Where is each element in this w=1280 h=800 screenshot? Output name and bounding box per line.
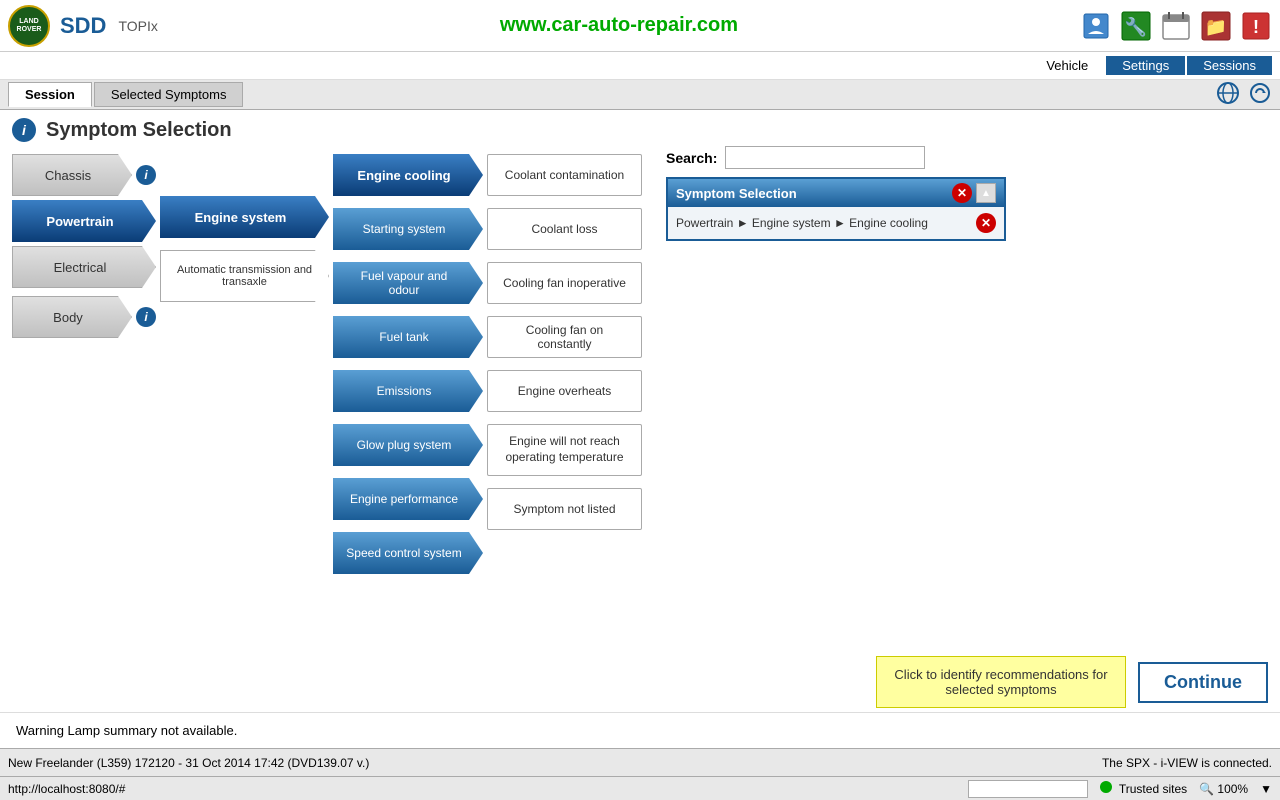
icon-alert[interactable]: ! [1240, 10, 1272, 42]
engine-performance-btn[interactable]: Engine performance [333, 478, 483, 520]
menu-bar: Vehicle Settings Sessions [0, 52, 1280, 80]
status-connection: The SPX - i-VIEW is connected. [1102, 756, 1272, 770]
header-icons: 🔧 📁 ! [1080, 10, 1272, 42]
left-panel: Chassis i Powertrain Electrical Body i E… [12, 146, 642, 652]
website-text: www.car-auto-repair.com [500, 14, 738, 37]
logo-area: LANDROVER SDD TOPIx [8, 5, 158, 47]
bottom-area: Click to identify recommendations for se… [0, 652, 1280, 712]
search-label: Search: [666, 150, 717, 166]
symptom-sel-content: Powertrain ► Engine system ► Engine cool… [668, 207, 1004, 239]
body-info-icon[interactable]: i [136, 307, 156, 327]
session-tab[interactable]: Session [8, 82, 92, 107]
symptom-sel-close[interactable]: ✕ [952, 183, 972, 203]
auto-transmission-btn[interactable]: Automatic transmission and transaxle [160, 250, 329, 302]
topix-label[interactable]: TOPIx [118, 18, 157, 34]
chassis-btn[interactable]: Chassis [12, 154, 132, 196]
sdd-label: SDD [60, 13, 106, 39]
symptom-cooling-fan-constant[interactable]: Cooling fan on constantly [487, 316, 642, 358]
warning-text: Warning Lamp summary not available. [16, 723, 237, 738]
icon-folder[interactable]: 📁 [1200, 10, 1232, 42]
land-rover-logo: LANDROVER [8, 5, 50, 47]
symptom-coolant-contamination[interactable]: Coolant contamination [487, 154, 642, 196]
symptom-not-listed[interactable]: Symptom not listed [487, 488, 642, 530]
starting-system-btn[interactable]: Starting system [333, 208, 483, 250]
trusted-sites: Trusted sites [1100, 781, 1187, 796]
svg-text:📁: 📁 [1205, 17, 1227, 37]
sessions-menu[interactable]: Sessions [1187, 56, 1272, 75]
powertrain-btn[interactable]: Powertrain [12, 200, 156, 242]
bottom-search[interactable] [968, 780, 1088, 798]
engine-subsystems: Engine system Automatic transmission and… [160, 196, 329, 302]
warning-bar: Warning Lamp summary not available. [0, 712, 1280, 748]
breadcrumb-remove[interactable]: ✕ [976, 213, 996, 233]
symptom-engine-overheats[interactable]: Engine overheats [487, 370, 642, 412]
right-panel: Search: Symptom Selection ✕ ▲ Powertrain… [650, 146, 1268, 652]
icon-wrench[interactable]: 🔧 [1120, 10, 1152, 42]
symptom-engine-no-temp[interactable]: Engine will not reachoperating temperatu… [487, 424, 642, 476]
icon-calendar[interactable] [1160, 10, 1192, 42]
emissions-btn[interactable]: Emissions [333, 370, 483, 412]
green-dot [1100, 781, 1112, 793]
symptom-sel-title: Symptom Selection [676, 186, 797, 201]
settings-menu[interactable]: Settings [1106, 56, 1185, 75]
nav-tabs: Session Selected Symptoms [0, 80, 1280, 110]
continue-button[interactable]: Continue [1138, 662, 1268, 703]
zoom-arrow[interactable]: ▼ [1260, 782, 1272, 796]
symptom-sel-up[interactable]: ▲ [976, 183, 996, 203]
vehicle-menu[interactable]: Vehicle [1030, 56, 1104, 75]
bottom-bar: http://localhost:8080/# Trusted sites 🔍 … [0, 776, 1280, 800]
svg-text:🔧: 🔧 [1125, 16, 1147, 37]
fuel-tank-btn[interactable]: Fuel tank [333, 316, 483, 358]
svg-text:!: ! [1253, 17, 1259, 37]
electrical-btn[interactable]: Electrical [12, 246, 156, 288]
search-input[interactable] [725, 146, 925, 169]
symptom-coolant-loss[interactable]: Coolant loss [487, 208, 642, 250]
engine-system-btn[interactable]: Engine system [160, 196, 329, 238]
status-bar: New Freelander (L359) 172120 - 31 Oct 20… [0, 748, 1280, 776]
glow-plug-btn[interactable]: Glow plug system [333, 424, 483, 466]
page-info-icon[interactable]: i [12, 118, 36, 142]
url-text: http://localhost:8080/# [8, 782, 125, 796]
zoom-level: 🔍 100% [1199, 782, 1248, 796]
speed-control-btn[interactable]: Speed control system [333, 532, 483, 574]
nav-icon-globe[interactable] [1216, 81, 1240, 108]
symptom-selection-box: Symptom Selection ✕ ▲ Powertrain ► Engin… [666, 177, 1006, 241]
engine-cooling-btn[interactable]: Engine cooling [333, 154, 483, 196]
nav-icon-refresh[interactable] [1248, 81, 1272, 108]
selected-symptoms-tab[interactable]: Selected Symptoms [94, 82, 244, 107]
search-area: Search: [666, 146, 1268, 169]
chassis-info-icon[interactable]: i [136, 165, 156, 185]
tooltip-box: Click to identify recommendations for se… [876, 656, 1126, 708]
fuel-vapour-btn[interactable]: Fuel vapour and odour [333, 262, 483, 304]
symptom-sel-header: Symptom Selection ✕ ▲ [668, 179, 1004, 207]
icon-users[interactable] [1080, 10, 1112, 42]
engine-cooling-subsystems: Engine cooling Starting system Fuel vapo… [333, 154, 483, 574]
symptoms-list: Coolant contamination Coolant loss Cooli… [487, 154, 642, 530]
content-area: Chassis i Powertrain Electrical Body i E… [0, 146, 1280, 652]
breadcrumb: Powertrain ► Engine system ► Engine cool… [676, 216, 928, 230]
page-title: Symptom Selection [46, 119, 232, 142]
page-header: i Symptom Selection [0, 110, 1280, 146]
status-vehicle: New Freelander (L359) 172120 - 31 Oct 20… [8, 756, 369, 770]
main-categories: Chassis i Powertrain Electrical Body i [12, 154, 156, 338]
symptom-cooling-fan-inoperative[interactable]: Cooling fan inoperative [487, 262, 642, 304]
body-btn[interactable]: Body [12, 296, 132, 338]
